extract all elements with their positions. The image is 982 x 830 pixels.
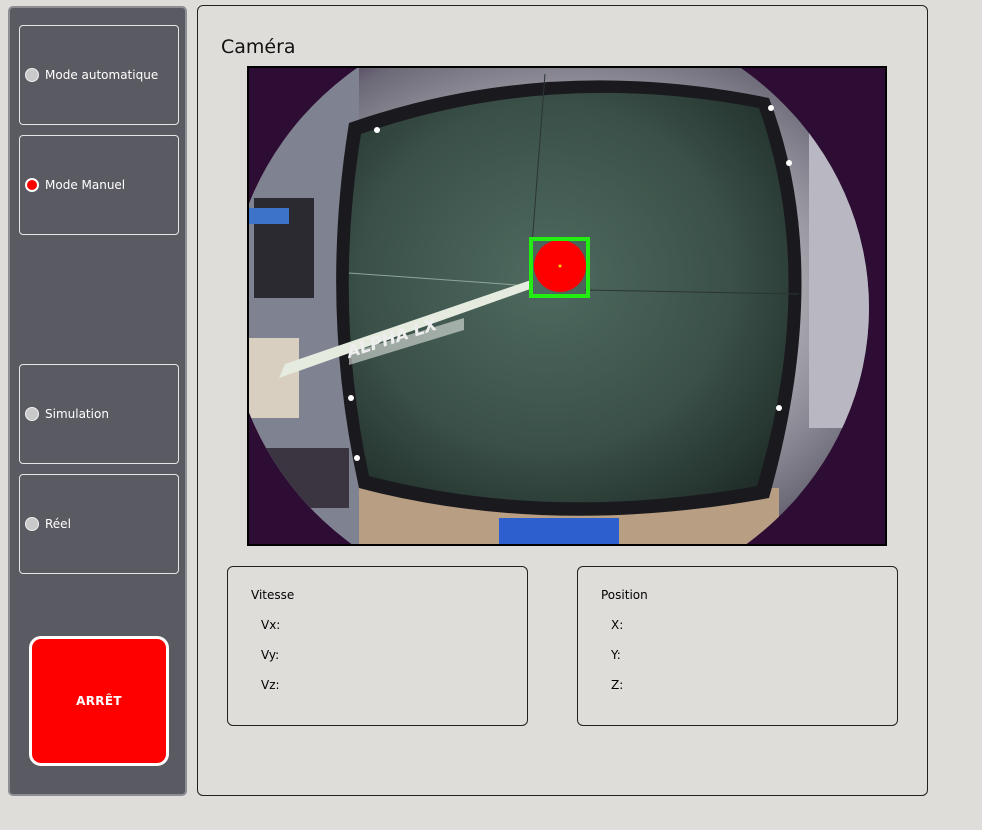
simulation-label: Simulation (45, 407, 109, 421)
emergency-stop-button[interactable]: ARRÊT (29, 636, 169, 766)
vx-label: Vx: (261, 618, 281, 632)
speed-title: Vitesse (251, 588, 295, 602)
vy-label: Vy: (261, 648, 280, 662)
radio-unchecked-icon (25, 407, 39, 421)
control-sidebar: Mode automatique Mode Manuel Simulation … (8, 6, 187, 796)
z-label: Z: (611, 678, 624, 692)
real-label: Réel (45, 517, 71, 531)
position-panel: Position X: Y: Z: (577, 566, 898, 726)
camera-image: ALPHA LX (249, 68, 885, 544)
mode-manual-label: Mode Manuel (45, 178, 126, 192)
mode-auto-label: Mode automatique (45, 68, 159, 82)
speed-panel: Vitesse Vx: Vy: Vz: (227, 566, 528, 726)
vz-label: Vz: (261, 678, 280, 692)
camera-feed: ALPHA LX (247, 66, 887, 546)
radio-checked-icon (25, 178, 39, 192)
camera-title: Caméra (221, 36, 296, 58)
real-radio[interactable]: Réel (19, 474, 179, 574)
mode-manual-radio[interactable]: Mode Manuel (19, 135, 179, 235)
mode-auto-radio[interactable]: Mode automatique (19, 25, 179, 125)
position-title: Position (601, 588, 648, 602)
simulation-radio[interactable]: Simulation (19, 364, 179, 464)
x-label: X: (611, 618, 624, 632)
radio-unchecked-icon (25, 517, 39, 531)
main-panel: Caméra ALPHA LX Vitesse Vx: Vy: Vz: Posi… (197, 5, 928, 796)
radio-unchecked-icon (25, 68, 39, 82)
y-label: Y: (611, 648, 621, 662)
